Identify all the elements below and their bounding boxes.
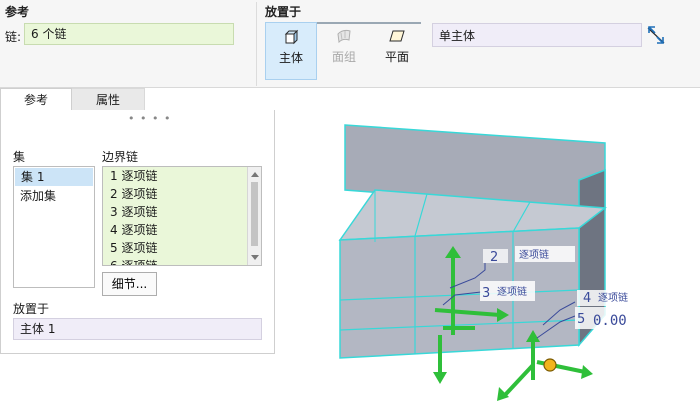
chain-tag-number: 4 bbox=[583, 291, 591, 306]
chain-tag-3[interactable]: 3 逐项链 bbox=[480, 281, 535, 301]
model-canvas[interactable]: 2 逐项链 3 逐项链 4 逐项链 5 0.00 bbox=[275, 110, 700, 412]
scroll-thumb[interactable] bbox=[251, 182, 258, 246]
drag-handle[interactable] bbox=[543, 358, 557, 372]
references-panel: • • • • 集 边界链 集 1 添加集 1 逐项链 2 逐项链 3 逐项链 … bbox=[0, 110, 275, 354]
scroll-down-icon[interactable] bbox=[251, 255, 259, 260]
place-on-plane-button[interactable]: 平面 bbox=[371, 22, 423, 80]
placed-on-field[interactable]: 主体 1 bbox=[13, 318, 262, 340]
place-on-quilt-label: 面组 bbox=[331, 50, 356, 64]
chain-tag-label: 逐项链 bbox=[598, 291, 628, 304]
sets-list[interactable]: 集 1 添加集 bbox=[13, 166, 95, 288]
chain-tag-label: 逐项链 bbox=[497, 285, 527, 298]
tab-references[interactable]: 参考 bbox=[0, 88, 72, 110]
chain-tag-number: 5 bbox=[577, 312, 585, 327]
ribbon: 参考 链: 6 个链 放置于 主体 面组 平面 单主体 bbox=[0, 0, 700, 88]
flip-direction-button[interactable] bbox=[645, 23, 667, 47]
chains-scrollbar[interactable] bbox=[247, 167, 261, 265]
chain-tag-label: 逐项链 bbox=[519, 248, 549, 261]
chain-tag-5[interactable]: 5 0.00 bbox=[575, 307, 637, 329]
scroll-up-icon[interactable] bbox=[251, 172, 259, 177]
place-on-solid-button[interactable]: 主体 bbox=[265, 22, 317, 80]
chain-collector-field[interactable]: 6 个链 bbox=[24, 23, 234, 45]
list-item-set-1[interactable]: 集 1 bbox=[15, 168, 93, 186]
group-separator bbox=[256, 2, 257, 86]
solid-body-field[interactable]: 单主体 bbox=[432, 23, 642, 47]
chain-tag-4[interactable]: 4 逐项链 bbox=[577, 290, 637, 306]
list-item[interactable]: 3 逐项链 bbox=[103, 203, 261, 221]
list-item[interactable]: 4 逐项链 bbox=[103, 221, 261, 239]
chain-label: 链: bbox=[5, 30, 22, 44]
dimension-value[interactable]: 0.00 bbox=[593, 313, 627, 329]
plane-icon bbox=[389, 30, 405, 42]
list-item-add-set[interactable]: 添加集 bbox=[14, 187, 94, 205]
details-button[interactable]: 细节... bbox=[102, 272, 157, 296]
tab-properties[interactable]: 属性 bbox=[72, 88, 145, 110]
chain-tag-number: 3 bbox=[482, 286, 490, 301]
quilt-icon bbox=[337, 29, 351, 44]
references-group-title: 参考 bbox=[5, 5, 30, 19]
sets-label: 集 bbox=[13, 150, 26, 164]
list-item[interactable]: 2 逐项链 bbox=[103, 185, 261, 203]
placement-group-title: 放置于 bbox=[265, 5, 302, 19]
placed-on-label: 放置于 bbox=[13, 302, 50, 316]
graphics-viewport[interactable]: 2 逐项链 3 逐项链 4 逐项链 5 0.00 bbox=[275, 110, 700, 412]
place-on-plane-label: 平面 bbox=[384, 50, 409, 64]
list-item[interactable]: 5 逐项链 bbox=[103, 239, 261, 257]
list-item[interactable]: 1 逐项链 bbox=[103, 167, 261, 185]
place-on-quilt-button[interactable]: 面组 bbox=[318, 22, 370, 80]
flip-direction-icon bbox=[647, 26, 665, 44]
place-on-solid-label: 主体 bbox=[278, 51, 303, 65]
solid-body-icon bbox=[284, 29, 299, 45]
dashboard-tabs: 参考 属性 bbox=[0, 88, 700, 110]
boundary-chains-list[interactable]: 1 逐项链 2 逐项链 3 逐项链 4 逐项链 5 逐项链 6 逐项链 bbox=[102, 166, 262, 266]
list-item[interactable]: 6 逐项链 bbox=[103, 257, 261, 265]
chain-tag-number: 2 bbox=[490, 250, 498, 265]
panel-grip-handle[interactable]: • • • • bbox=[128, 112, 171, 125]
boundary-chains-label: 边界链 bbox=[102, 150, 139, 164]
